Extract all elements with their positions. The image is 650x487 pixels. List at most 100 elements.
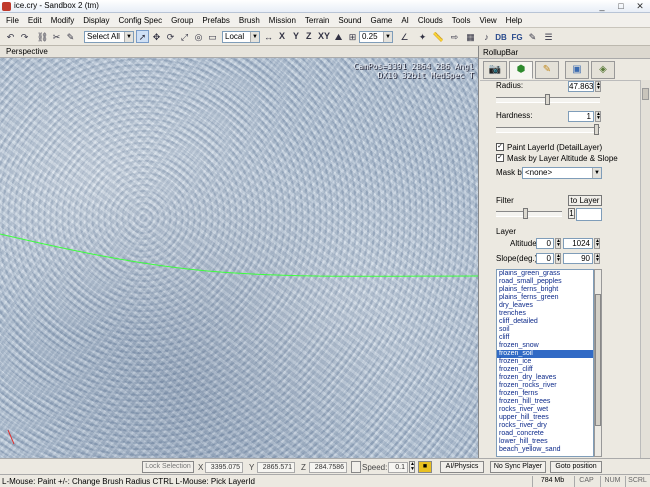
menu-display[interactable]: Display bbox=[83, 16, 109, 25]
menu-terrain[interactable]: Terrain bbox=[305, 16, 329, 25]
menu-brush[interactable]: Brush bbox=[239, 16, 260, 25]
reference-coord-select[interactable]: Local ▼ bbox=[222, 31, 260, 43]
hardness-spinner[interactable]: ▲ ▼ bbox=[595, 111, 601, 122]
hardness-slider-thumb[interactable] bbox=[594, 124, 599, 135]
menu-config-spec[interactable]: Config Spec bbox=[118, 16, 162, 25]
y-position-field[interactable]: 2865.571 bbox=[257, 462, 295, 473]
tree-view-icon[interactable]: ☰ bbox=[542, 30, 555, 43]
hardness-slider[interactable] bbox=[496, 124, 600, 135]
scale-tool-icon[interactable]: ⤢ bbox=[178, 30, 191, 43]
minimize-button[interactable]: _ bbox=[594, 1, 610, 12]
layer-list-item[interactable]: trenches bbox=[497, 310, 593, 318]
layer-list-item[interactable]: dry_leaves bbox=[497, 302, 593, 310]
menu-tools[interactable]: Tools bbox=[452, 16, 471, 25]
slope-max-spinner[interactable]: ▲ ▼ bbox=[594, 253, 600, 264]
mask-by-layer-checkbox[interactable]: ✓ bbox=[496, 154, 504, 162]
menu-view[interactable]: View bbox=[479, 16, 496, 25]
filter-input[interactable] bbox=[576, 208, 602, 221]
menu-help[interactable]: Help bbox=[506, 16, 522, 25]
terrain-tab-icon[interactable]: ⬢ bbox=[509, 61, 533, 79]
mask-by-select[interactable]: <none> ▼ bbox=[522, 167, 602, 179]
axis-xy-button[interactable]: XY bbox=[318, 31, 330, 41]
follow-terrain-icon[interactable]: ⛰ bbox=[332, 30, 345, 43]
speed-toggle[interactable] bbox=[351, 461, 361, 473]
x-position-field[interactable]: 3395.075 bbox=[205, 462, 243, 473]
link-icon[interactable]: ⛓ bbox=[36, 30, 49, 43]
filter-slider[interactable] bbox=[496, 208, 562, 219]
layer-list-item[interactable]: frozen_hill_trees bbox=[497, 398, 593, 406]
menu-modify[interactable]: Modify bbox=[51, 16, 75, 25]
menu-game[interactable]: Game bbox=[371, 16, 393, 25]
layer-list-item[interactable]: frozen_soil bbox=[497, 350, 593, 358]
paint-layer-checkbox[interactable]: ✓ bbox=[496, 143, 504, 151]
layer-list-item[interactable]: road_small_pepples bbox=[497, 278, 593, 286]
layer-list-item[interactable]: rocks_river_dry bbox=[497, 422, 593, 430]
layer-list-item[interactable]: plains_ferns_bright bbox=[497, 286, 593, 294]
menu-file[interactable]: File bbox=[6, 16, 19, 25]
snap-object-icon[interactable]: ◎ bbox=[192, 30, 205, 43]
menu-ai[interactable]: AI bbox=[401, 16, 409, 25]
menu-edit[interactable]: Edit bbox=[28, 16, 42, 25]
layer-list-item[interactable]: frozen_rocks_river bbox=[497, 382, 593, 390]
speed-field[interactable]: 0.1 bbox=[388, 462, 408, 473]
terrain-select-icon[interactable]: ▭ bbox=[206, 30, 219, 43]
hardness-input[interactable]: 1 bbox=[568, 111, 594, 122]
undo-icon[interactable]: ↶ bbox=[4, 30, 17, 43]
layer-list-item[interactable]: cliff bbox=[497, 334, 593, 342]
angle-snap-icon[interactable]: ∠ bbox=[398, 30, 411, 43]
menu-prefabs[interactable]: Prefabs bbox=[202, 16, 230, 25]
layer-list-item[interactable]: plains_green_grass bbox=[497, 270, 593, 278]
altitude-min-input[interactable]: 0 bbox=[536, 238, 554, 249]
move-tool-icon[interactable]: ✥ bbox=[150, 30, 163, 43]
physics-icon[interactable]: ✦ bbox=[416, 30, 429, 43]
z-position-field[interactable]: 284.7586 bbox=[309, 462, 347, 473]
ruler-icon[interactable]: 📏 bbox=[432, 30, 445, 43]
filter-value[interactable]: 1 bbox=[568, 208, 575, 219]
layer-list-item[interactable]: frozen_cliff bbox=[497, 366, 593, 374]
layer-list-item[interactable]: beach_yellow_sand bbox=[497, 446, 593, 454]
axis-x-button[interactable]: X bbox=[279, 31, 285, 41]
slope-min-spinner[interactable]: ▲ ▼ bbox=[555, 253, 561, 264]
layer-list-item[interactable]: frozen_snow bbox=[497, 342, 593, 350]
menu-group[interactable]: Group bbox=[171, 16, 193, 25]
to-layer-button[interactable]: to Layer bbox=[568, 195, 602, 206]
layer-list-item[interactable]: plains_ferns_green bbox=[497, 294, 593, 302]
altitude-max-spinner[interactable]: ▲ ▼ bbox=[594, 238, 600, 249]
goto-position-button[interactable]: Goto position bbox=[550, 461, 602, 473]
slope-min-input[interactable]: 0 bbox=[536, 253, 554, 264]
layer-list-item[interactable]: upper_hill_trees bbox=[497, 414, 593, 422]
slope-max-input[interactable]: 90 bbox=[563, 253, 593, 264]
display-tab-icon[interactable]: ▣ bbox=[565, 61, 589, 79]
viewport-label[interactable]: Perspective bbox=[6, 47, 48, 56]
layer-list-item[interactable]: lower_hill_trees bbox=[497, 438, 593, 446]
radius-spinner[interactable]: ▲ ▼ bbox=[595, 81, 601, 92]
menu-mission[interactable]: Mission bbox=[269, 16, 296, 25]
lock-selection-button[interactable]: Lock Selection bbox=[142, 461, 194, 473]
goto-icon[interactable]: ⇨ bbox=[448, 30, 461, 43]
close-button[interactable]: ✕ bbox=[632, 1, 648, 12]
redo-icon[interactable]: ↷ bbox=[18, 30, 31, 43]
menu-sound[interactable]: Sound bbox=[338, 16, 361, 25]
layer-list-scrollbar[interactable] bbox=[594, 269, 602, 457]
ai-physics-button[interactable]: AI/Physics bbox=[440, 461, 484, 473]
layer-list-item[interactable]: frozen_ice bbox=[497, 358, 593, 366]
material-icon[interactable]: ▦ bbox=[464, 30, 477, 43]
database-button[interactable]: DB bbox=[494, 30, 508, 44]
layers-tab-icon[interactable]: ◈ bbox=[591, 61, 615, 79]
layer-list-item[interactable]: frozen_dry_leaves bbox=[497, 374, 593, 382]
layer-list-item[interactable]: soil bbox=[497, 326, 593, 334]
layer-list-item[interactable]: cliff_detailed bbox=[497, 318, 593, 326]
rotate-tool-icon[interactable]: ⟳ bbox=[164, 30, 177, 43]
radius-slider[interactable] bbox=[496, 94, 600, 105]
layer-list-item[interactable]: rocks_river_wet bbox=[497, 406, 593, 414]
modelling-tab-icon[interactable]: ✎ bbox=[535, 61, 559, 79]
script-icon[interactable]: ✎ bbox=[526, 30, 539, 43]
axis-z-button[interactable]: Z bbox=[306, 31, 312, 41]
menu-clouds[interactable]: Clouds bbox=[418, 16, 443, 25]
select-tool-icon[interactable]: ✎ bbox=[64, 30, 77, 43]
layer-list-item[interactable]: frozen_ferns bbox=[497, 390, 593, 398]
rollup-scrollbar[interactable] bbox=[640, 80, 650, 458]
grid-size-select[interactable]: 0.25 ▼ bbox=[359, 31, 393, 43]
layer-list[interactable]: plains_green_grass road_small_pepples plai… bbox=[496, 269, 594, 457]
unlink-icon[interactable]: ✂ bbox=[50, 30, 63, 43]
